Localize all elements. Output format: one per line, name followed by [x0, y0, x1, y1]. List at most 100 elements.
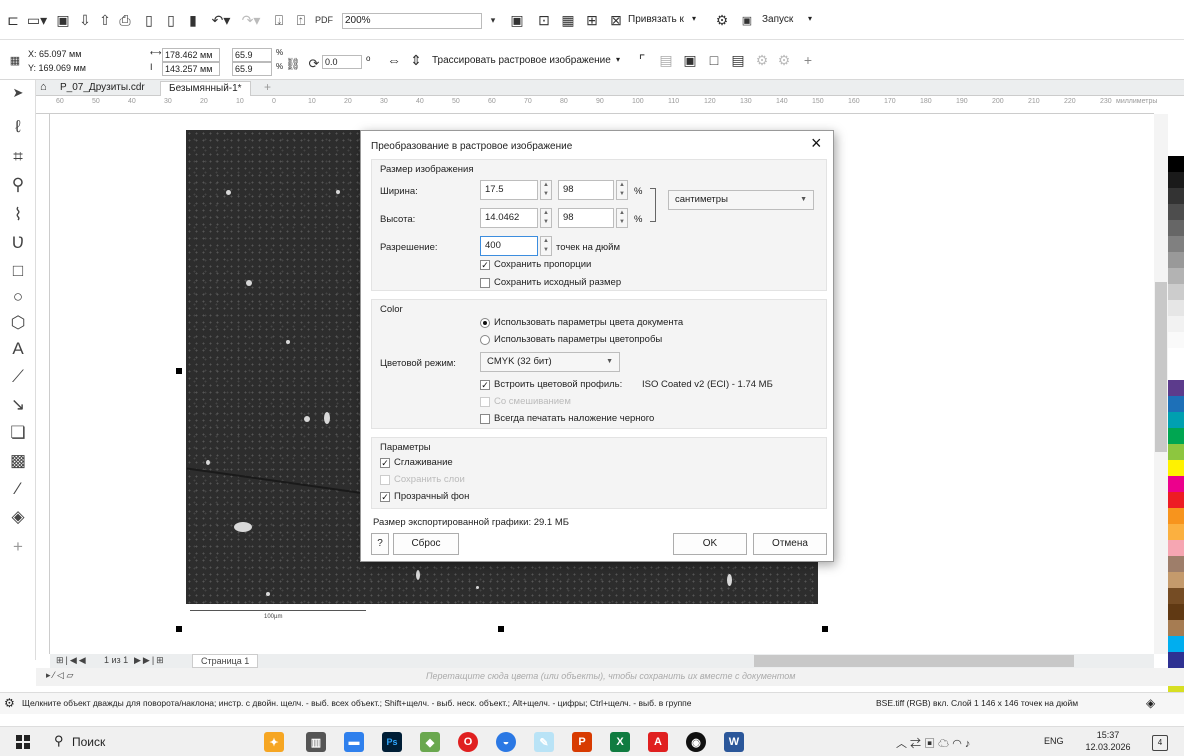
color-swatch[interactable]: [1168, 460, 1184, 476]
shape-tool-icon[interactable]: ℓ: [6, 116, 30, 138]
interactive-fill-icon[interactable]: ◈: [6, 506, 30, 528]
photoshop-icon[interactable]: Ps: [382, 732, 402, 752]
crop-tool-icon[interactable]: ⌗: [6, 146, 30, 168]
parallel-dimension-icon[interactable]: ⟋: [6, 366, 30, 388]
page-nav-forward[interactable]: ▶▶|⊞: [134, 655, 166, 666]
word-icon[interactable]: W: [724, 732, 744, 752]
tray-icons[interactable]: ︿ ⇄ ▣ ☁ ◠ ♪: [896, 735, 970, 751]
tab-document-1[interactable]: P_07_Друзиты.cdr: [52, 81, 153, 96]
rotation-angle-input[interactable]: 0.0: [322, 55, 362, 69]
file-explorer-icon[interactable]: ▬: [344, 732, 364, 752]
paint-icon[interactable]: ✎: [534, 732, 554, 752]
widgets-icon[interactable]: ✦: [264, 732, 284, 752]
cancel-button[interactable]: Отмена: [753, 533, 827, 555]
keep-original-size-label[interactable]: Сохранить исходный размер: [494, 277, 621, 288]
bitmap-frame-icon[interactable]: □: [704, 49, 724, 71]
add-tool-icon[interactable]: +: [6, 536, 30, 558]
selection-handle[interactable]: [822, 626, 828, 632]
clock-time[interactable]: 15:37: [1082, 730, 1134, 740]
fill-indicator-icon[interactable]: ◈: [1146, 696, 1155, 710]
color-swatch[interactable]: [1168, 604, 1184, 620]
color-swatch[interactable]: [1168, 476, 1184, 492]
zoom-level-input[interactable]: 200%: [342, 13, 482, 29]
task-view-icon[interactable]: ▥: [306, 732, 326, 752]
text-tool-icon[interactable]: A: [6, 338, 30, 360]
color-swatch[interactable]: [1168, 492, 1184, 508]
height-percent-spinner[interactable]: ▲ ▼: [616, 208, 628, 228]
color-swatch[interactable]: [1168, 620, 1184, 636]
taskbar-search[interactable]: Поиск: [72, 735, 105, 749]
smoothing-checkbox[interactable]: ✓: [380, 458, 390, 468]
new-tab-icon[interactable]: +: [264, 80, 271, 94]
ellipse-tool-icon[interactable]: ○: [6, 286, 30, 308]
horizontal-scrollbar[interactable]: [754, 655, 1074, 667]
page-nav-buttons[interactable]: ⊞|◀◀: [56, 655, 88, 666]
reset-button[interactable]: Сброс: [393, 533, 459, 555]
trace-dropdown-arrow[interactable]: ▾: [616, 55, 620, 64]
freehand-tool-icon[interactable]: ⌇: [6, 204, 30, 226]
crop-bitmap-icon[interactable]: ⌜: [632, 49, 652, 71]
import-file-icon[interactable]: ⍗: [270, 9, 288, 31]
selection-handle[interactable]: [176, 626, 182, 632]
color-swatch[interactable]: [1168, 140, 1184, 156]
polygon-tool-icon[interactable]: ⬡: [6, 312, 30, 334]
powerpoint-icon[interactable]: P: [572, 732, 592, 752]
start-button-icon[interactable]: [16, 735, 30, 749]
app-launcher-icon[interactable]: ⊏: [4, 9, 22, 31]
color-swatch[interactable]: [1168, 252, 1184, 268]
pick-tool-icon[interactable]: ➤: [6, 82, 30, 104]
redo-icon[interactable]: ↷▾: [238, 9, 264, 31]
lock-ratio-icon[interactable]: ⛓: [285, 53, 300, 75]
color-swatch[interactable]: [1168, 284, 1184, 300]
units-dropdown[interactable]: сантиметры ▼: [668, 190, 814, 210]
app-icon[interactable]: ◉: [686, 732, 706, 752]
use-doc-color-radio[interactable]: [480, 318, 490, 328]
new-document-icon[interactable]: ▭▾: [24, 9, 50, 31]
color-swatch[interactable]: [1168, 300, 1184, 316]
height-input[interactable]: 143.257 мм: [162, 62, 220, 76]
launch-icon[interactable]: ▣: [738, 9, 756, 31]
excel-icon[interactable]: X: [610, 732, 630, 752]
add-icon[interactable]: +: [798, 49, 818, 71]
zoom-tool-icon[interactable]: ⚲: [6, 174, 30, 196]
color-swatch[interactable]: [1168, 508, 1184, 524]
full-screen-icon[interactable]: ▣: [508, 9, 526, 31]
launch-dropdown-arrow[interactable]: ▾: [808, 14, 812, 23]
overprint-black-label[interactable]: Всегда печатать наложение черного: [494, 413, 654, 424]
color-swatch[interactable]: [1168, 540, 1184, 556]
x-position-input[interactable]: X: 65.097 мм: [26, 48, 134, 62]
export-icon[interactable]: ⇧: [96, 9, 114, 31]
color-swatch[interactable]: [1168, 156, 1184, 172]
width-spinner[interactable]: ▲ ▼: [540, 180, 552, 200]
close-icon[interactable]: ×: [811, 133, 822, 154]
palette-icons[interactable]: ▸ ⁄ ◁ ▱: [46, 670, 73, 681]
drop-shadow-icon[interactable]: ❏: [6, 422, 30, 444]
effects-2-icon[interactable]: ⚙: [774, 49, 794, 71]
color-swatch[interactable]: [1168, 188, 1184, 204]
transparency-tool-icon[interactable]: ▩: [6, 450, 30, 472]
color-swatch[interactable]: [1168, 268, 1184, 284]
selection-handle[interactable]: [176, 368, 182, 374]
show-guides-icon[interactable]: ⊞: [582, 9, 602, 31]
snap-to-dropdown[interactable]: Привязать к: [628, 14, 684, 25]
eyedropper-tool-icon[interactable]: ⁄: [6, 478, 30, 500]
mirror-vertical-icon[interactable]: ⇕: [406, 49, 426, 71]
color-swatch[interactable]: [1168, 348, 1184, 364]
export-file-icon[interactable]: ⍐: [292, 9, 310, 31]
vertical-scrollbar[interactable]: [1154, 114, 1168, 654]
color-swatch[interactable]: [1168, 380, 1184, 396]
color-swatch[interactable]: [1168, 396, 1184, 412]
height-spinner[interactable]: ▲ ▼: [540, 208, 552, 228]
selection-handle[interactable]: [498, 626, 504, 632]
import-icon[interactable]: ⇩: [76, 9, 94, 31]
mirror-horizontal-icon[interactable]: ⇔: [384, 49, 404, 71]
transparent-bg-label[interactable]: Прозрачный фон: [394, 491, 469, 502]
save-icon[interactable]: ▣: [54, 9, 72, 31]
print-icon[interactable]: ⎙: [116, 9, 134, 31]
opera-icon[interactable]: O: [458, 732, 478, 752]
color-swatch[interactable]: [1168, 444, 1184, 460]
color-swatch[interactable]: [1168, 316, 1184, 332]
trace-bitmap-dropdown[interactable]: Трассировать растровое изображение: [432, 55, 611, 66]
resolution-spinner[interactable]: ▲ ▼: [540, 236, 552, 256]
overprint-black-checkbox[interactable]: [480, 414, 490, 424]
